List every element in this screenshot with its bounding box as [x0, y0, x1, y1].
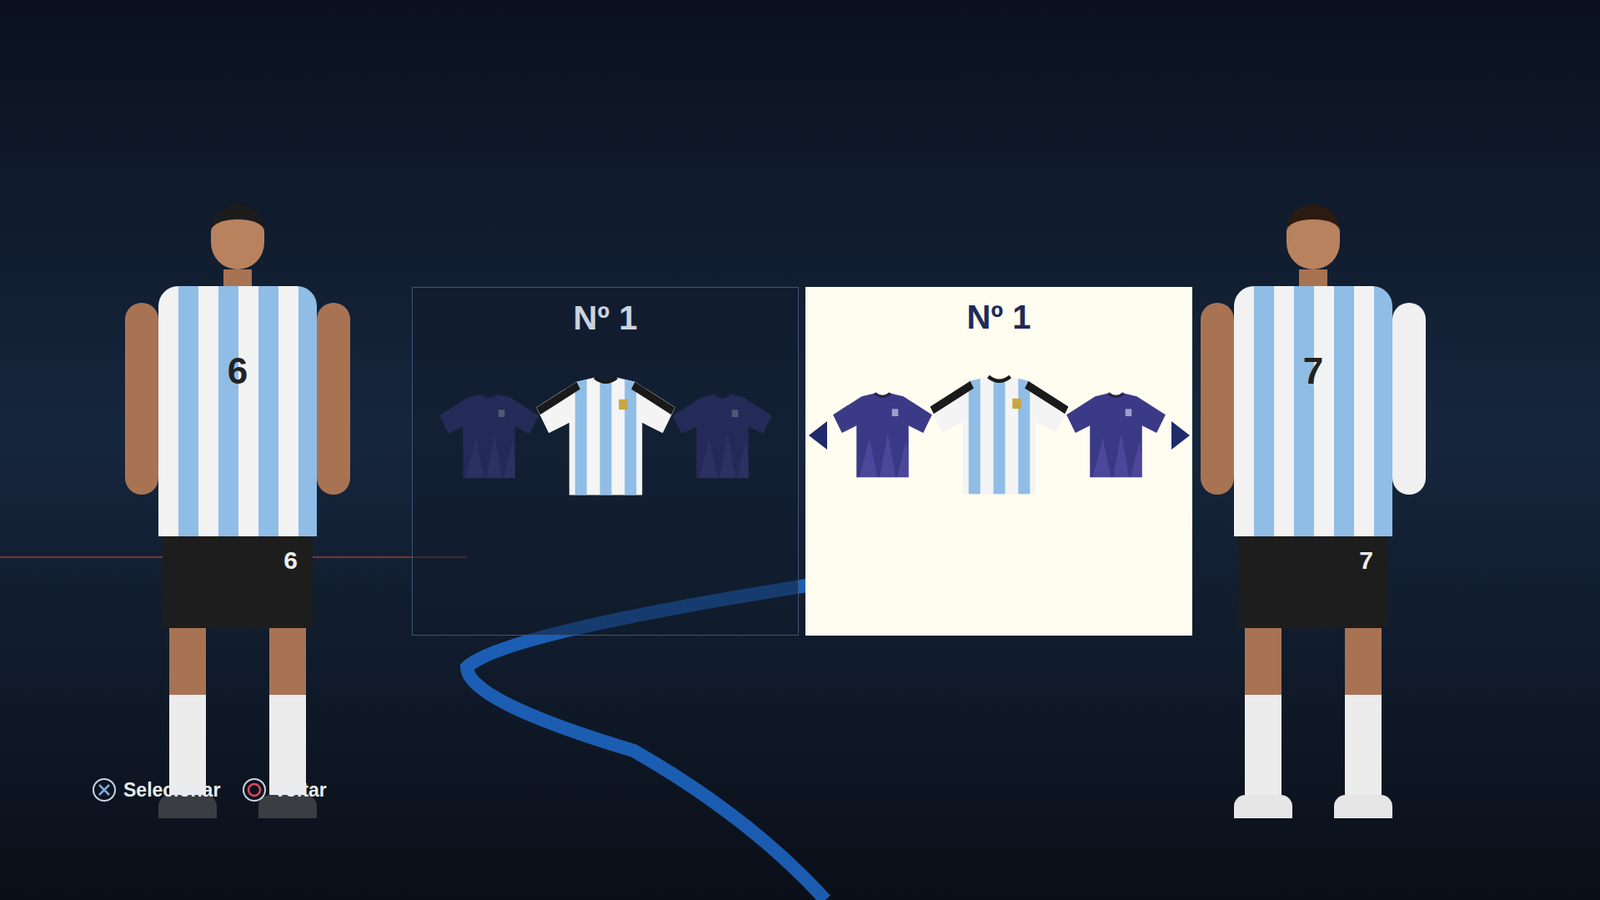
- jersey-number: 6: [227, 352, 248, 390]
- control-label: Voltar: [273, 775, 327, 805]
- kit-panel-title: Nº 1: [573, 294, 638, 342]
- main-row: 66Nº 1Nº 177: [0, 0, 1600, 818]
- home-shirt-icon: [532, 374, 679, 499]
- kit-row: [436, 374, 775, 499]
- player-figure: 77: [1192, 204, 1435, 818]
- player-upper: 6: [125, 285, 351, 537]
- shorts-number: 6: [283, 547, 298, 573]
- kit-panels: Nº 1 Nº 1: [411, 286, 1193, 636]
- kit-item[interactable]: [436, 391, 542, 481]
- control-hints: Selecionar Voltar: [91, 775, 327, 805]
- away-shirt-icon: [670, 391, 775, 481]
- player-legs: [1233, 627, 1393, 818]
- jersey-number: 7: [1303, 352, 1324, 390]
- control-hint[interactable]: Voltar: [241, 775, 327, 805]
- circle-button-icon: [241, 777, 267, 803]
- player-neck: [223, 269, 252, 286]
- cross-button-icon: [91, 777, 117, 803]
- player-jersey: 7: [1233, 285, 1393, 537]
- arrow-left-icon[interactable]: [808, 421, 828, 450]
- kit-select-screen: 66Nº 1Nº 177SelecionarVoltar: [0, 0, 1600, 900]
- away-shirt-icon: [1063, 391, 1169, 480]
- kit-row: [808, 373, 1190, 498]
- kit-item[interactable]: [1063, 391, 1169, 480]
- home-shirt-icon: [926, 373, 1073, 498]
- kit-item[interactable]: [830, 391, 935, 480]
- kit-panel[interactable]: Nº 1: [805, 286, 1193, 636]
- away-shirt-icon: [436, 391, 542, 481]
- player-upper: 7: [1200, 285, 1426, 537]
- player-shorts: 7: [1238, 536, 1389, 628]
- kit-panel-title: Nº 1: [967, 293, 1032, 341]
- player-figure: 66: [116, 204, 359, 818]
- arrow-right-icon[interactable]: [1171, 421, 1190, 450]
- kit-item[interactable]: [926, 373, 1073, 498]
- control-hint[interactable]: Selecionar: [91, 775, 221, 805]
- player-shorts: 6: [162, 536, 313, 628]
- player-head: [1286, 204, 1340, 270]
- kit-item[interactable]: [670, 391, 775, 481]
- shorts-number: 7: [1359, 547, 1374, 573]
- player-jersey: 6: [158, 285, 317, 537]
- control-label: Selecionar: [123, 775, 221, 805]
- player-neck: [1299, 269, 1328, 286]
- kit-panel[interactable]: Nº 1: [411, 286, 799, 636]
- player-head: [210, 204, 265, 270]
- away-shirt-icon: [830, 391, 935, 480]
- kit-item[interactable]: [532, 374, 679, 499]
